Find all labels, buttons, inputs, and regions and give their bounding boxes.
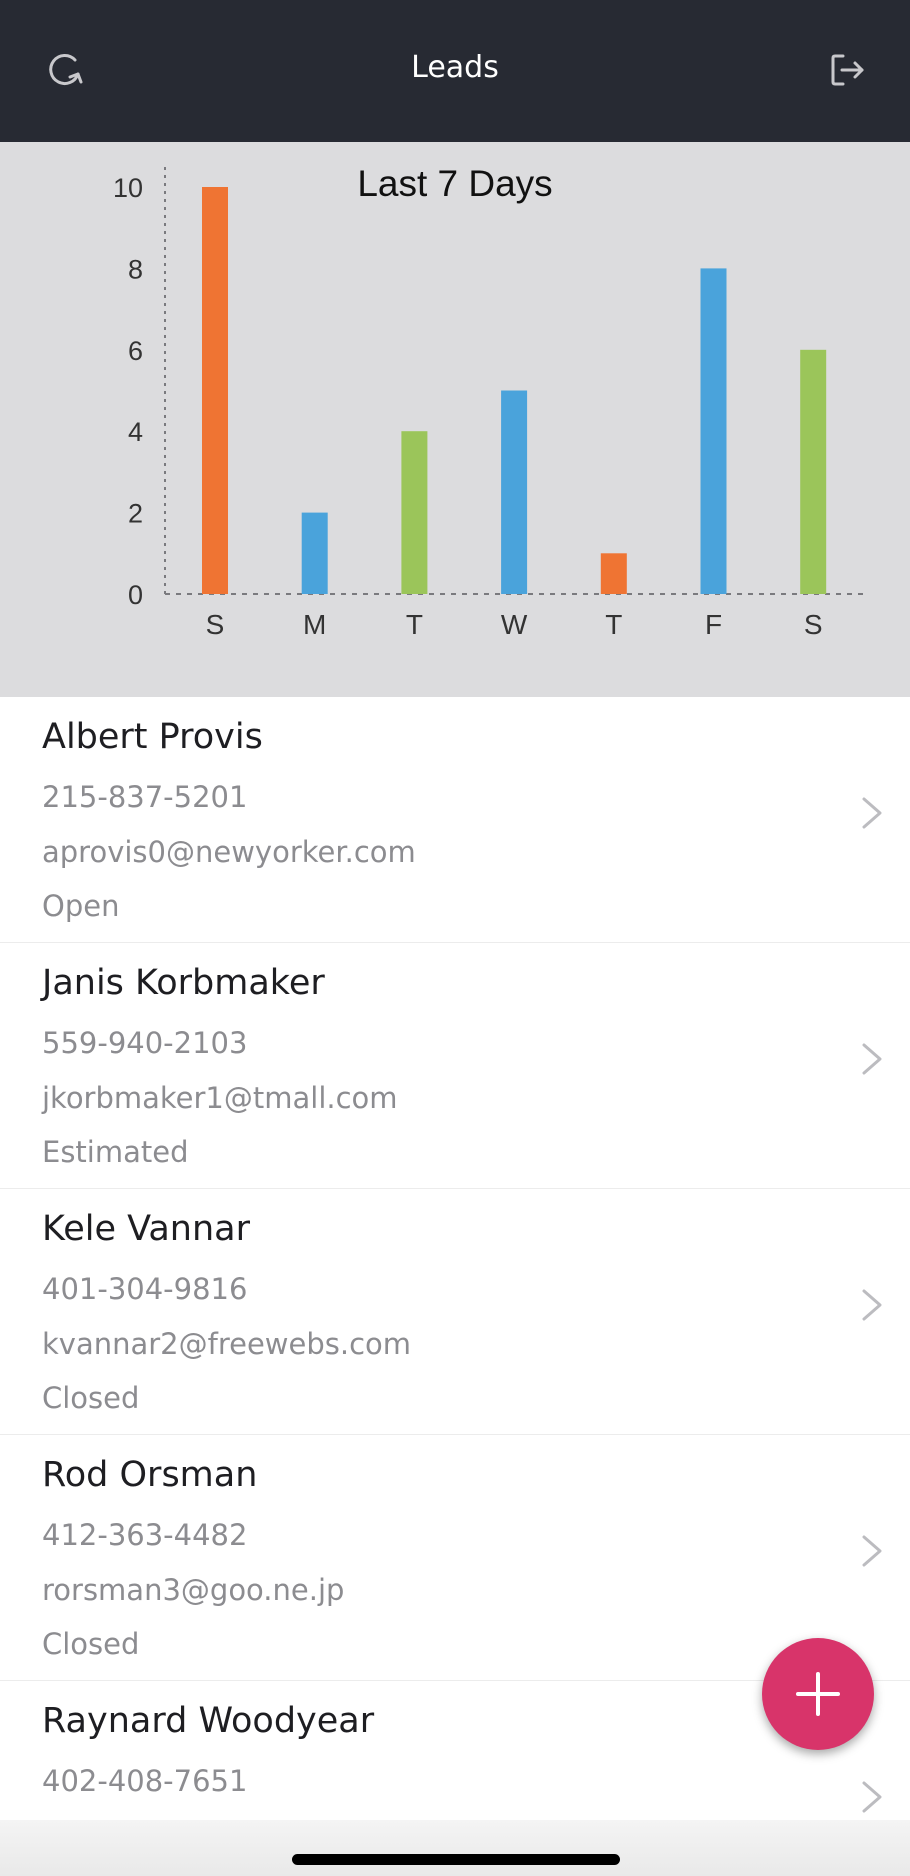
lead-email: aprovis0@newyorker.com xyxy=(42,835,416,869)
lead-status: Closed xyxy=(42,1627,140,1661)
lead-item[interactable]: Kele Vannar 401-304-9816 kvannar2@freewe… xyxy=(0,1189,910,1435)
logout-icon xyxy=(831,54,864,86)
home-bar-area xyxy=(0,1820,910,1876)
bar xyxy=(501,390,528,594)
home-indicator[interactable] xyxy=(292,1854,620,1865)
x-tick-label: S xyxy=(804,609,823,640)
y-tick-label: 6 xyxy=(128,336,143,366)
page-title: Leads xyxy=(411,50,499,85)
app-header: Leads xyxy=(0,0,910,142)
x-tick-label: T xyxy=(605,609,622,640)
bar-chart: Last 7 Days 0 2 4 6 8 10 S M T W T F S xyxy=(113,163,865,640)
x-tick-label: M xyxy=(303,609,326,640)
chevron-right-icon xyxy=(862,1043,882,1075)
lead-phone: 559-940-2103 xyxy=(42,1026,248,1060)
lead-phone: 412-363-4482 xyxy=(42,1518,248,1552)
lead-item[interactable]: Janis Korbmaker 559-940-2103 jkorbmaker1… xyxy=(0,943,910,1189)
leads-screen: Leads Last 7 Days 0 2 4 6 8 10 S M T W T F S Albert … xyxy=(0,0,910,1876)
x-tick-label: T xyxy=(406,609,423,640)
lead-status: Closed xyxy=(42,1381,140,1415)
bar xyxy=(401,431,428,594)
y-tick-label: 0 xyxy=(128,580,143,610)
plus-icon xyxy=(796,1672,840,1716)
lead-item[interactable]: Albert Provis 215-837-5201 aprovis0@newy… xyxy=(0,697,910,943)
chevron-right-icon xyxy=(862,1781,882,1813)
lead-name: Raynard Woodyear xyxy=(42,1701,375,1741)
chevron-right-icon xyxy=(862,797,882,829)
chevron-right-icon xyxy=(862,1289,882,1321)
add-lead-button[interactable] xyxy=(762,1638,874,1750)
lead-item[interactable]: Rod Orsman 412-363-4482 rorsman3@goo.ne.… xyxy=(0,1435,910,1681)
x-tick-label: S xyxy=(206,609,225,640)
lead-name: Rod Orsman xyxy=(42,1455,258,1495)
bar xyxy=(700,268,727,594)
lead-email: kvannar2@freewebs.com xyxy=(42,1327,412,1361)
lead-name: Janis Korbmaker xyxy=(42,963,325,1003)
logout-button[interactable] xyxy=(817,40,877,100)
y-tick-label: 10 xyxy=(113,173,143,203)
bar xyxy=(301,512,328,594)
leads-chart: Last 7 Days 0 2 4 6 8 10 S M T W T F S xyxy=(0,142,910,697)
lead-phone: 215-837-5201 xyxy=(42,780,248,814)
y-tick-label: 4 xyxy=(128,417,143,447)
x-tick-label: W xyxy=(501,609,528,640)
lead-phone: 401-304-9816 xyxy=(42,1272,248,1306)
y-tick-label: 2 xyxy=(128,499,143,529)
lead-status: Estimated xyxy=(42,1135,189,1169)
x-tick-label: F xyxy=(705,609,722,640)
lead-status: Open xyxy=(42,889,120,923)
bar xyxy=(202,187,228,594)
lead-email: rorsman3@goo.ne.jp xyxy=(42,1573,345,1607)
lead-name: Albert Provis xyxy=(42,717,263,757)
bar xyxy=(800,349,827,594)
chevron-right-icon xyxy=(862,1535,882,1567)
y-tick-label: 8 xyxy=(128,254,143,284)
lead-name: Kele Vannar xyxy=(42,1209,251,1249)
chart-title: Last 7 Days xyxy=(357,163,552,204)
bar xyxy=(600,553,627,594)
lead-email: jkorbmaker1@tmall.com xyxy=(42,1081,398,1115)
lead-phone: 402-408-7651 xyxy=(42,1764,248,1798)
